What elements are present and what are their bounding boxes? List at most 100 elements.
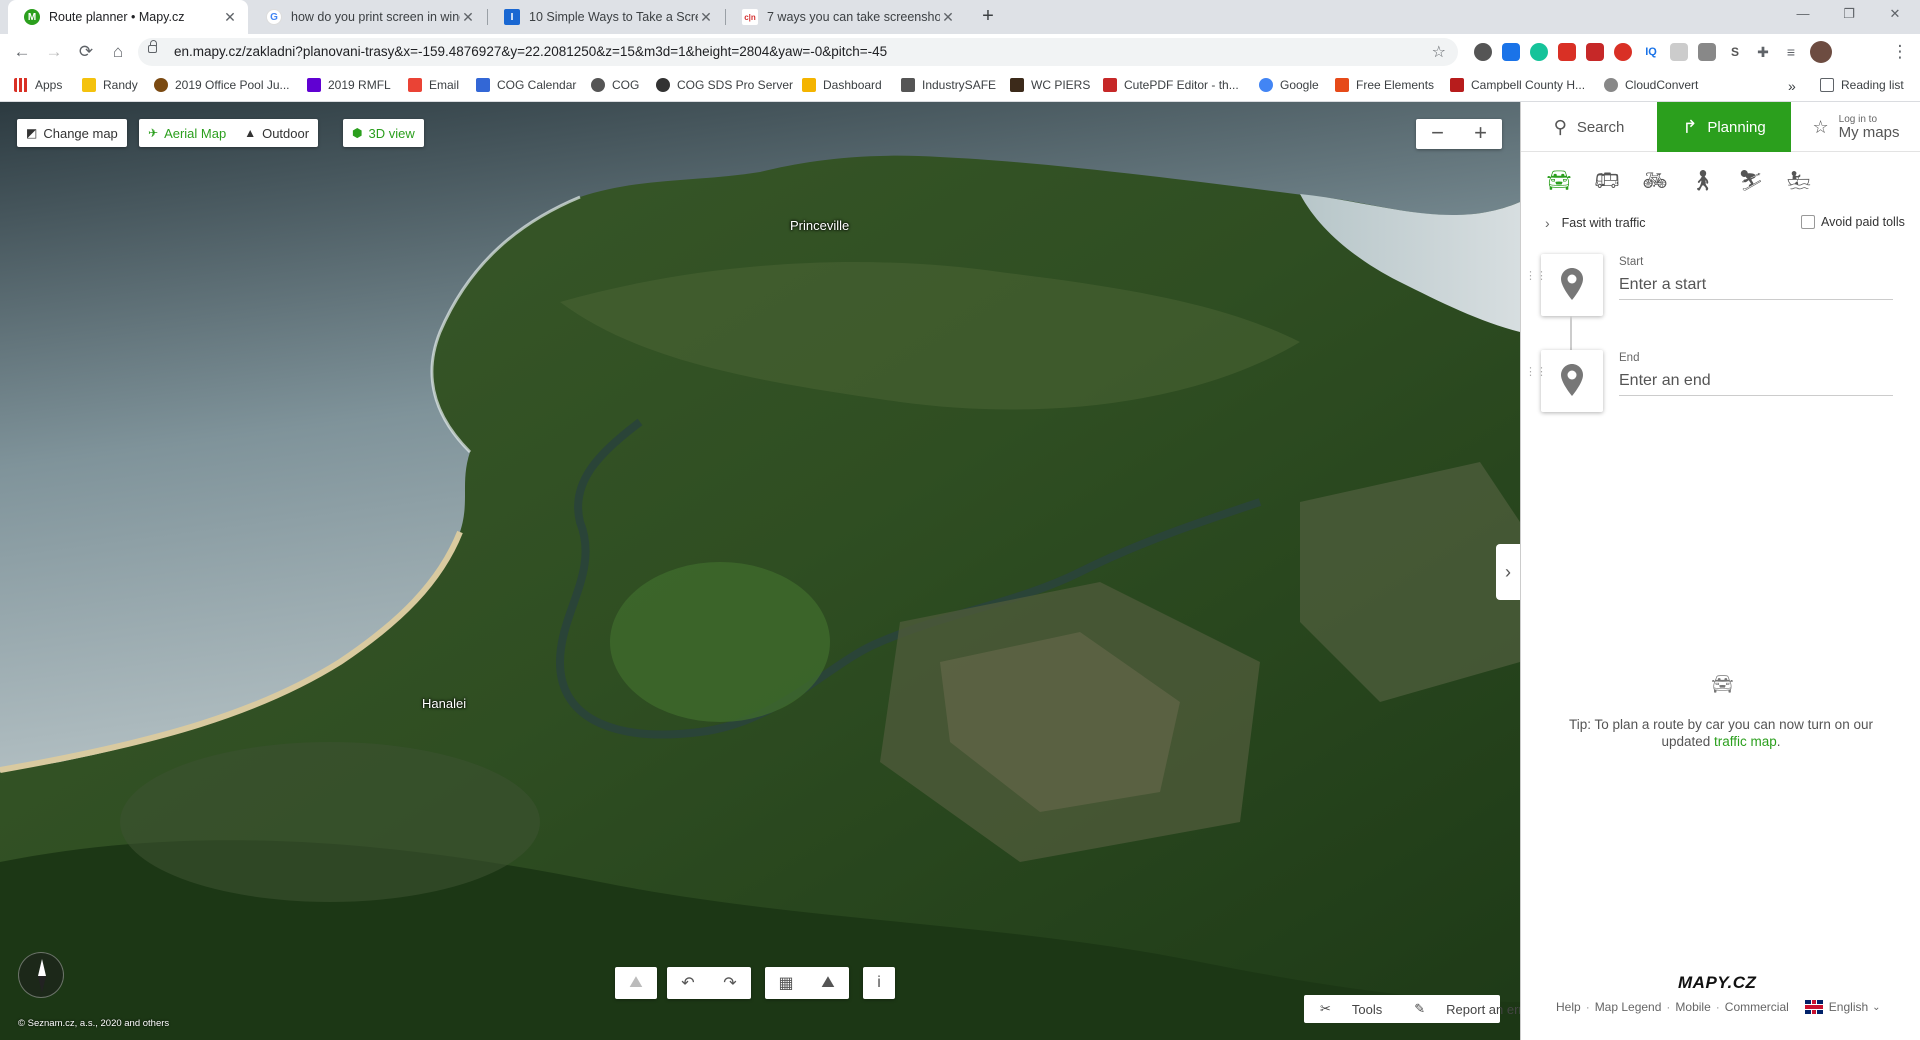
tools-button[interactable]: ✂ Tools	[1304, 1001, 1398, 1017]
bookmark-link[interactable]: CloudConvert	[1604, 78, 1698, 92]
minimize-icon[interactable]: —	[1780, 0, 1826, 30]
car-icon[interactable]: 🚘︎	[1535, 168, 1583, 198]
restore-icon[interactable]: ❐	[1826, 0, 1872, 30]
tab-search[interactable]: ⚲ Search	[1521, 102, 1657, 152]
end-point-row: End	[1541, 350, 1907, 412]
compass-icon[interactable]	[18, 952, 64, 998]
outdoor-map-button[interactable]: ▲ Outdoor	[235, 119, 318, 147]
change-map-button[interactable]: ◩ Change map	[17, 119, 127, 147]
forward-icon[interactable]: →	[42, 40, 66, 64]
back-icon[interactable]: ←	[10, 40, 34, 64]
bookmark-link[interactable]: 2019 Office Pool Ju...	[154, 78, 290, 92]
perspective-icon[interactable]: ⛰	[807, 974, 849, 992]
grammarly-icon[interactable]	[1530, 43, 1548, 61]
walking-icon[interactable]: 🚶︎	[1679, 168, 1727, 198]
extension-icon[interactable]	[1558, 43, 1576, 61]
close-icon[interactable]: ✕	[222, 9, 238, 26]
bookmark-link[interactable]: CutePDF Editor - th...	[1103, 78, 1239, 92]
reload-icon[interactable]: ⟳	[74, 40, 98, 64]
aerial-map-button[interactable]: ✈ Aerial Map	[139, 119, 235, 147]
new-tab-button[interactable]: +	[976, 5, 1000, 29]
url-text[interactable]: en.mapy.cz/zakladni?planovani-trasy&x=-1…	[174, 44, 887, 59]
grid-icon[interactable]: ▦	[765, 973, 807, 993]
menu-kebab-icon[interactable]: ⋮	[1888, 40, 1912, 64]
start-pin-button[interactable]	[1541, 254, 1603, 316]
reading-list-button[interactable]: Reading list	[1820, 78, 1904, 92]
zoom-out-button[interactable]: −	[1416, 119, 1459, 149]
tab-route-planner[interactable]: M Route planner • Mapy.cz ✕	[8, 0, 248, 34]
end-input[interactable]	[1619, 366, 1893, 396]
bookmark-link[interactable]: Google	[1259, 78, 1319, 92]
avoid-tolls-checkbox[interactable]: Avoid paid tolls	[1801, 215, 1905, 229]
acrobat-icon[interactable]	[1586, 43, 1604, 61]
zoom-in-button[interactable]: +	[1459, 119, 1502, 149]
mapy-logo[interactable]: MAPY.CZ	[1678, 973, 1756, 993]
boat-icon[interactable]: 🚣︎	[1775, 168, 1823, 198]
bookmark-link[interactable]: Campbell County H...	[1450, 78, 1585, 92]
gmail-icon	[408, 78, 422, 92]
route-type-dropdown[interactable]: › Fast with traffic	[1545, 215, 1646, 231]
report-error-button[interactable]: ✎Report an error	[1398, 1001, 1520, 1017]
close-icon[interactable]: ✕	[698, 9, 714, 26]
extension-icon[interactable]: IQ	[1642, 43, 1660, 61]
address-bar[interactable]: en.mapy.cz/zakladni?planovani-trasy&x=-1…	[138, 38, 1458, 66]
tab-cnet-screenshots[interactable]: c|n 7 ways you can take screenshots ✕	[726, 0, 966, 34]
3d-view-button[interactable]: ⬢ 3D view	[343, 119, 424, 147]
bookmark-link[interactable]: WC PIERS	[1010, 78, 1090, 92]
bookmark-link[interactable]: Free Elements	[1335, 78, 1434, 92]
bookmark-link[interactable]: COG	[591, 78, 639, 92]
close-icon[interactable]: ✕	[460, 9, 476, 26]
copyright-text[interactable]: © Seznam.cz, a.s., 2020 and others	[18, 1018, 169, 1029]
panel-collapse-button[interactable]: ›	[1496, 544, 1520, 600]
close-icon[interactable]: ✕	[940, 9, 956, 26]
end-pin-button[interactable]	[1541, 350, 1603, 412]
tab-screenshot-ways[interactable]: I 10 Simple Ways to Take a Screen ✕	[488, 0, 724, 34]
rotate-left-icon[interactable]: ↶	[667, 973, 709, 993]
tab-my-maps[interactable]: ☆ Log in to My maps	[1791, 102, 1920, 152]
bookmark-folder[interactable]: Randy	[82, 78, 138, 92]
extension-icon[interactable]	[1670, 43, 1688, 61]
bookmark-link[interactable]: COG Calendar	[476, 78, 576, 92]
drag-handle-icon[interactable]: ⋮⋮	[1525, 367, 1547, 378]
extension-icon[interactable]	[1614, 43, 1632, 61]
home-icon[interactable]: ⌂	[106, 40, 130, 64]
more-bookmarks-button[interactable]: »	[1788, 78, 1796, 94]
bookmark-link[interactable]: COG SDS Pro Server	[656, 78, 793, 92]
start-input[interactable]	[1619, 270, 1893, 300]
extension-icon[interactable]	[1474, 43, 1492, 61]
mapy-icon: M	[24, 9, 40, 25]
traffic-map-link[interactable]: traffic map	[1714, 734, 1777, 749]
bus-icon[interactable]: 🚌︎	[1583, 168, 1631, 198]
skiing-icon[interactable]: ⛷︎	[1727, 168, 1775, 198]
map-legend-link[interactable]: Map Legend	[1595, 1000, 1662, 1014]
bookmark-link[interactable]: IndustrySAFE	[901, 78, 996, 92]
extension-icon[interactable]: S	[1726, 43, 1744, 61]
info-button[interactable]: i	[863, 967, 895, 999]
bookmark-star-icon[interactable]: ☆	[1432, 42, 1446, 62]
close-window-icon[interactable]: ✕	[1872, 0, 1918, 30]
bookmark-apps[interactable]: Apps	[14, 78, 62, 92]
terrain-toggle[interactable]: ⛰	[615, 967, 657, 999]
map-canvas[interactable]: Princeville Hanalei ◩ Change map ✈ Aerial …	[0, 102, 1520, 1040]
mobile-link[interactable]: Mobile	[1675, 1000, 1710, 1014]
lock-icon[interactable]	[148, 40, 157, 53]
tab-print-screen[interactable]: G how do you print screen in windo ✕	[250, 0, 486, 34]
drag-handle-icon[interactable]: ⋮⋮	[1525, 271, 1547, 282]
extension-icon[interactable]	[1502, 43, 1520, 61]
puzzle-icon[interactable]: ✚	[1754, 43, 1772, 61]
rotate-right-icon[interactable]: ↷	[709, 973, 751, 993]
avatar[interactable]	[1810, 41, 1832, 63]
tab-planning[interactable]: ↱ Planning	[1657, 102, 1791, 152]
bookmark-link[interactable]: Dashboard	[802, 78, 882, 92]
bicycle-icon[interactable]: 🚲︎	[1631, 168, 1679, 198]
playlist-icon[interactable]: ≡	[1782, 43, 1800, 61]
help-link[interactable]: Help	[1556, 1000, 1581, 1014]
commercial-link[interactable]: Commercial	[1725, 1000, 1789, 1014]
extension-icon[interactable]	[1698, 43, 1716, 61]
bookmark-link[interactable]: Email	[408, 78, 459, 92]
map-place-label[interactable]: Hanalei	[422, 696, 466, 711]
map-place-label[interactable]: Princeville	[790, 218, 849, 233]
bookmark-link[interactable]: 2019 RMFL	[307, 78, 391, 92]
language-selector[interactable]: English ⌄	[1804, 1000, 1881, 1014]
footer-links: Help · Map Legend · Mobile · Commercial Eng…	[1556, 1000, 1881, 1014]
